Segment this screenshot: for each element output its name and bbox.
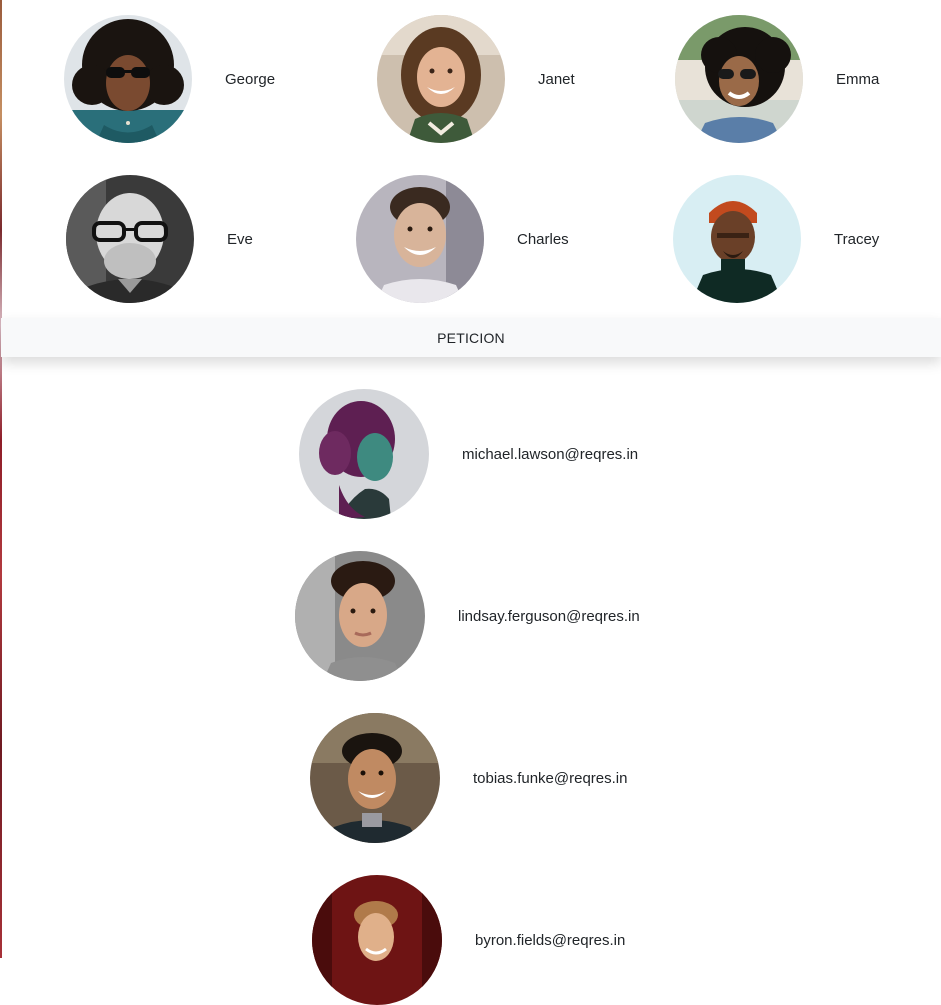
portrait-man-red-background-icon — [312, 875, 442, 1005]
portrait-bald-man-glasses-icon — [66, 175, 194, 303]
portrait-smiling-young-man-icon — [310, 713, 440, 843]
avatar-janet — [377, 15, 505, 143]
avatar-george — [64, 15, 192, 143]
user-name: Emma — [836, 70, 880, 88]
user-name: Janet — [538, 70, 575, 88]
peticion-button[interactable]: PETICION — [1, 318, 941, 357]
avatar-tracey — [673, 175, 801, 303]
user-card-charles: Charles — [356, 175, 569, 303]
email-list-item: lindsay.ferguson@reqres.in — [295, 551, 640, 681]
user-card-emma: Emma — [675, 15, 879, 143]
user-email: byron.fields@reqres.in — [475, 931, 626, 949]
user-card-janet: Janet — [377, 15, 575, 143]
portrait-smiling-man-icon — [356, 175, 484, 303]
avatar-emma — [675, 15, 803, 143]
user-name: Charles — [517, 230, 569, 248]
avatar-lindsay — [295, 551, 425, 681]
user-card-george: George — [64, 15, 275, 143]
email-list-item: byron.fields@reqres.in — [312, 875, 625, 1005]
user-grid: George Janet Emma Eve Charles Tracey — [0, 0, 941, 318]
user-card-eve: Eve — [66, 175, 253, 303]
user-card-tracey: Tracey — [673, 175, 879, 303]
avatar-michael — [299, 389, 429, 519]
user-name: Eve — [227, 230, 253, 248]
email-list-item: michael.lawson@reqres.in — [299, 389, 638, 519]
portrait-purple-hair-woman-icon — [299, 389, 429, 519]
portrait-curly-hair-sunglasses-icon — [64, 15, 192, 143]
portrait-man-orange-beanie-icon — [673, 175, 801, 303]
portrait-young-man-icon — [295, 551, 425, 681]
user-email: tobias.funke@reqres.in — [473, 769, 628, 787]
user-name: George — [225, 70, 276, 88]
email-list-item: tobias.funke@reqres.in — [310, 713, 627, 843]
portrait-curly-woman-sunglasses-icon — [675, 15, 803, 143]
user-email: lindsay.ferguson@reqres.in — [458, 607, 640, 625]
avatar-tobias — [310, 713, 440, 843]
portrait-smiling-woman-icon — [377, 15, 505, 143]
avatar-byron — [312, 875, 442, 1005]
avatar-charles — [356, 175, 484, 303]
user-name: Tracey — [834, 230, 880, 248]
user-email: michael.lawson@reqres.in — [462, 445, 639, 463]
avatar-eve — [66, 175, 194, 303]
